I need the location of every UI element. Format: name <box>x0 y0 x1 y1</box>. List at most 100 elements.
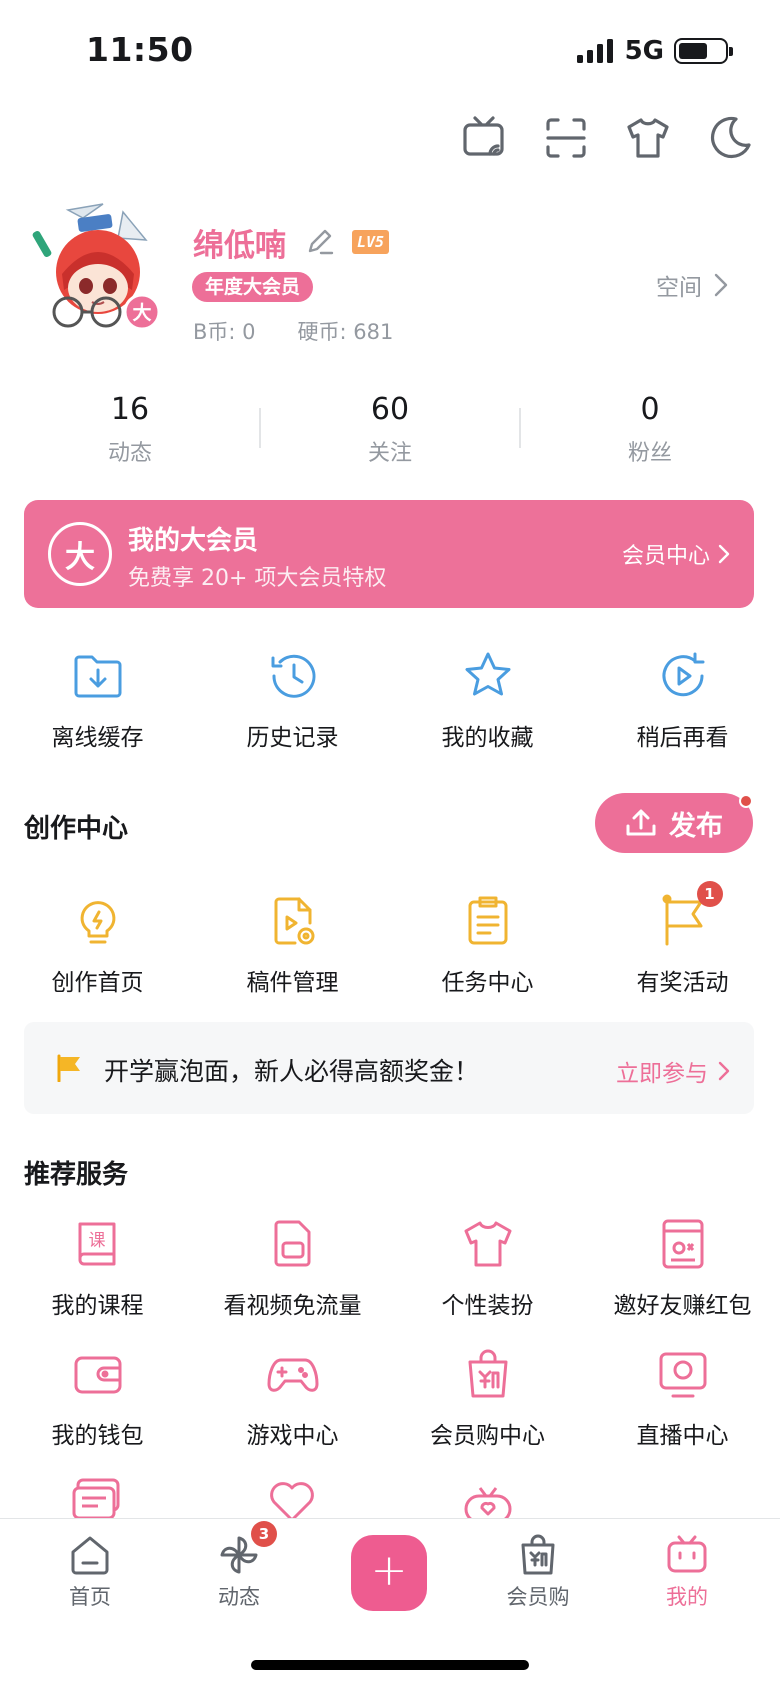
service-my-courses[interactable]: 课 我的课程 <box>0 1216 195 1320</box>
signal-icon <box>576 39 613 63</box>
download-folder-icon <box>70 648 126 704</box>
bottom-tab-bar: 首页 3 动态 + 会员购 我的 <box>0 1518 780 1688</box>
coin-balance: B币: 0 硬币: 681 <box>193 316 393 346</box>
service-live-center[interactable]: 直播中心 <box>585 1346 780 1450</box>
stat-value: 16 <box>110 392 150 427</box>
edit-pencil-icon[interactable] <box>305 226 335 256</box>
battery-icon <box>674 38 733 64</box>
wallet-icon <box>70 1346 126 1402</box>
watch-later-icon <box>655 648 711 704</box>
promo-banner[interactable]: 开学赢泡面，新人必得高额奖金！ 立即参与 <box>24 1022 754 1114</box>
vip-logo-icon: 大 <box>48 522 112 586</box>
quick-action-watch-later[interactable]: 稍后再看 <box>585 648 780 752</box>
vip-banner-title: 我的大会员 <box>128 526 259 556</box>
username[interactable]: 绵低喃 <box>193 220 286 265</box>
stat-following[interactable]: 60 关注 <box>260 392 520 467</box>
creation-label: 有奖活动 <box>636 970 729 996</box>
notification-badge: 1 <box>696 881 723 907</box>
quick-action-label: 离线缓存 <box>51 725 144 751</box>
create-plus-button[interactable]: + <box>351 1535 427 1611</box>
sim-card-icon <box>265 1216 321 1272</box>
creation-home[interactable]: 创作首页 <box>0 893 195 997</box>
chevron-right-icon <box>714 273 728 297</box>
service-label: 邀好友赚红包 <box>613 1293 752 1319</box>
course-book-icon: 课 <box>70 1216 126 1272</box>
quick-action-label: 我的收藏 <box>441 725 534 751</box>
night-mode-moon-icon[interactable] <box>706 114 754 162</box>
quick-action-history[interactable]: 历史记录 <box>195 648 390 752</box>
tab-label: 动态 <box>218 1585 260 1609</box>
task-center[interactable]: 任务中心 <box>390 893 585 997</box>
promo-text: 开学赢泡面，新人必得高额奖金！ <box>104 1057 480 1086</box>
red-envelope-icon <box>655 1216 711 1272</box>
tab-dynamics[interactable]: 3 动态 <box>179 1521 299 1611</box>
vip-banner-subtitle: 免费享 20+ 项大会员特权 <box>128 566 387 591</box>
quick-action-offline-cache[interactable]: 离线缓存 <box>0 648 195 752</box>
stat-label: 关注 <box>367 441 412 466</box>
creation-center-title: 创作中心 <box>24 814 129 844</box>
service-label: 看视频免流量 <box>223 1293 362 1319</box>
service-invite-friends[interactable]: 邀好友赚红包 <box>585 1216 780 1320</box>
avatar[interactable]: 大 <box>28 200 168 340</box>
gamepad-icon <box>265 1346 321 1402</box>
bilibili-tv-icon <box>667 1535 707 1573</box>
tv-cast-icon[interactable] <box>460 114 508 162</box>
tab-home[interactable]: 首页 <box>30 1533 150 1611</box>
vip-banner[interactable]: 大 我的大会员 免费享 20+ 项大会员特权 会员中心 <box>24 500 754 608</box>
lightbulb-icon <box>70 893 126 949</box>
tab-vip-shop[interactable]: 会员购 <box>478 1533 598 1611</box>
publish-button[interactable]: 发布 <box>595 793 753 853</box>
chevron-right-icon <box>718 1061 730 1081</box>
service-label: 会员购中心 <box>430 1423 545 1449</box>
stat-dynamics[interactable]: 16 动态 <box>0 392 260 467</box>
home-indicator <box>251 1660 529 1670</box>
manuscript-icon <box>265 893 321 949</box>
quick-action-favorites[interactable]: 我的收藏 <box>390 648 585 752</box>
promo-join-link[interactable]: 立即参与 <box>616 1054 730 1088</box>
level-badge: LV5 <box>352 230 390 254</box>
service-dress-up[interactable]: 个性装扮 <box>390 1216 585 1320</box>
tab-mine[interactable]: 我的 <box>627 1533 747 1611</box>
home-icon <box>71 1536 109 1575</box>
service-label: 我的钱包 <box>51 1423 144 1449</box>
creation-label: 任务中心 <box>441 970 534 996</box>
tshirt-dressup-icon[interactable] <box>624 114 672 162</box>
tab-label: 首页 <box>69 1585 111 1609</box>
service-wallet[interactable]: 我的钱包 <box>0 1346 195 1450</box>
space-link[interactable]: 空间 <box>656 268 728 302</box>
status-time: 11:50 <box>86 30 194 69</box>
vip-center-link[interactable]: 会员中心 <box>622 538 730 570</box>
service-vip-shop[interactable]: 会员购中心 <box>390 1346 585 1450</box>
scan-icon[interactable] <box>542 114 590 162</box>
vip-center-label: 会员中心 <box>621 544 710 569</box>
service-label: 直播中心 <box>636 1423 729 1449</box>
chevron-right-icon <box>718 544 730 564</box>
tab-label: 我的 <box>666 1585 708 1609</box>
network-type: 5G <box>624 36 664 66</box>
service-free-data[interactable]: 看视频免流量 <box>195 1216 390 1320</box>
recommended-services-title: 推荐服务 <box>24 1160 129 1190</box>
b-coin-count: B币: 0 <box>193 320 256 344</box>
creation-label: 稿件管理 <box>246 970 339 996</box>
service-label: 个性装扮 <box>441 1293 534 1319</box>
status-indicators: 5G <box>576 36 733 66</box>
notification-badge: 3 <box>251 1521 277 1547</box>
hard-coin-count: 硬币: 681 <box>297 320 394 344</box>
space-link-label: 空间 <box>656 275 702 301</box>
reward-events[interactable]: 1 有奖活动 <box>585 881 780 997</box>
creation-label: 创作首页 <box>51 970 144 996</box>
service-label: 我的课程 <box>51 1293 144 1319</box>
vip-status-tag[interactable]: 年度大会员 <box>192 272 314 302</box>
manuscript-management[interactable]: 稿件管理 <box>195 893 390 997</box>
history-clock-icon <box>265 648 321 704</box>
service-game-center[interactable]: 游戏中心 <box>195 1346 390 1450</box>
promo-cta-label: 立即参与 <box>616 1061 708 1087</box>
tab-label: 会员购 <box>506 1585 570 1609</box>
clipboard-icon <box>460 893 516 949</box>
promo-flag-icon <box>57 1054 80 1082</box>
stat-fans[interactable]: 0 粉丝 <box>520 392 780 467</box>
upload-icon <box>626 809 656 836</box>
tshirt-icon <box>460 1216 516 1272</box>
shopping-bag-icon <box>460 1346 516 1402</box>
quick-action-label: 历史记录 <box>246 725 339 751</box>
